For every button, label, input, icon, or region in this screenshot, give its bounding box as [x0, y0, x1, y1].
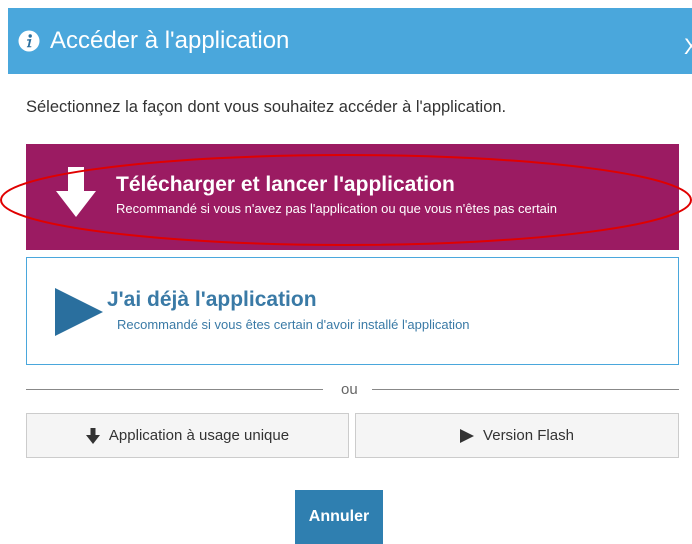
separator-label: ou — [341, 381, 358, 398]
flash-version-button[interactable]: Version Flash — [355, 413, 679, 458]
instruction-text: Sélectionnez la façon dont vous souhaite… — [26, 98, 507, 116]
download-icon — [85, 427, 100, 444]
separator-line-right — [372, 389, 679, 390]
dialog-header: Accéder à l'application X — [8, 8, 692, 74]
dialog-title: Accéder à l'application — [50, 27, 290, 54]
download-option-subtitle: Recommandé si vous n'avez pas l'applicat… — [116, 201, 558, 216]
or-separator: ou — [26, 380, 679, 400]
close-button[interactable]: X — [684, 34, 692, 60]
already-installed-option[interactable]: J'ai déjà l'application Recommandé si vo… — [26, 257, 679, 365]
flash-version-label: Version Flash — [483, 427, 574, 444]
cancel-button[interactable]: Annuler — [295, 490, 383, 544]
separator-line-left — [26, 389, 323, 390]
download-arrow-icon — [56, 167, 96, 217]
download-and-launch-option[interactable]: Télécharger et lancer l'application Reco… — [26, 144, 679, 250]
installed-option-title: J'ai déjà l'application — [107, 288, 317, 311]
info-icon — [18, 30, 40, 52]
single-use-label: Application à usage unique — [108, 427, 290, 444]
play-icon — [460, 428, 475, 443]
download-option-title: Télécharger et lancer l'application — [116, 173, 455, 196]
play-icon — [55, 288, 103, 336]
installed-option-subtitle: Recommandé si vous êtes certain d'avoir … — [117, 317, 470, 332]
single-use-app-button[interactable]: Application à usage unique — [26, 413, 349, 458]
